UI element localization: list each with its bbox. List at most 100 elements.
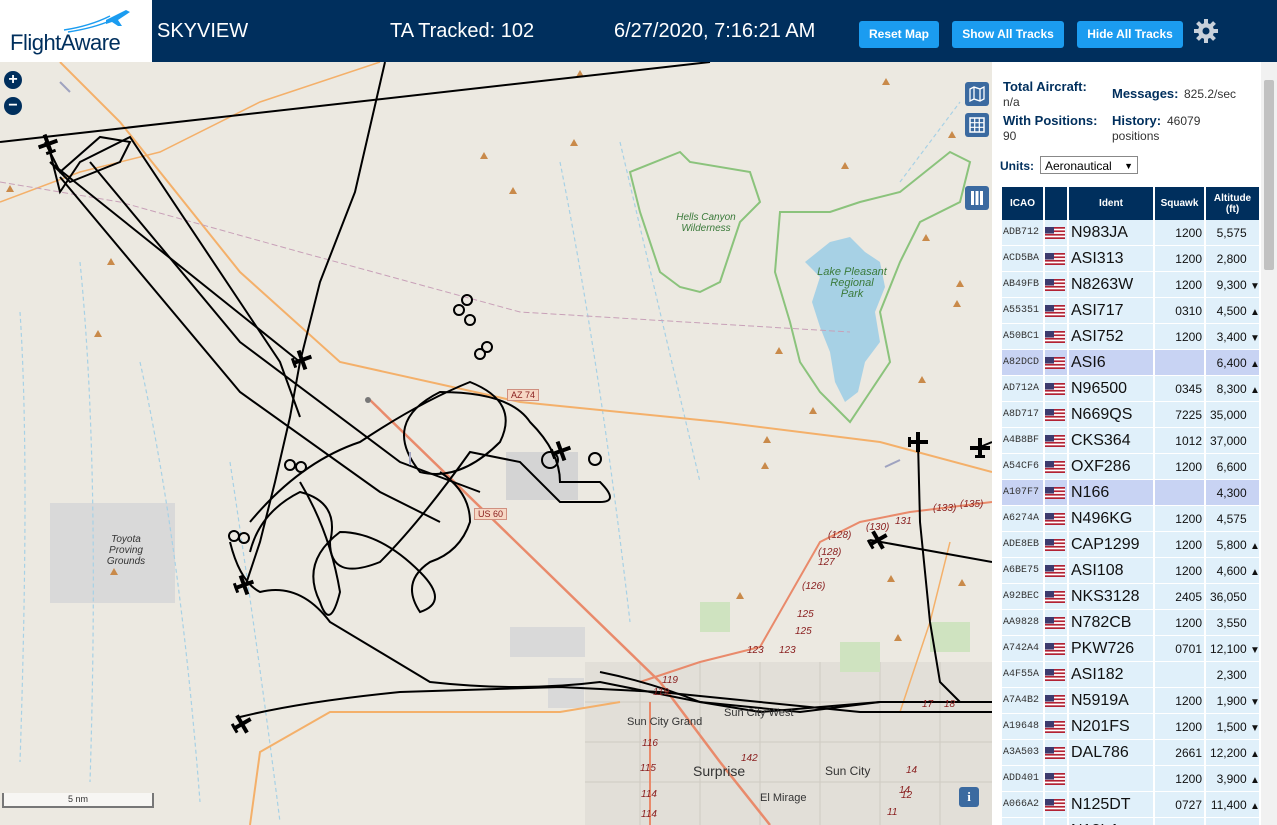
- us-flag-icon: [1045, 304, 1065, 317]
- ident-cell: N12LA: [1069, 818, 1153, 825]
- aircraft-row[interactable]: A3A503 DAL786 2661 12,200 ▲: [1002, 740, 1259, 766]
- altitude-cell: 1,500 ▼: [1206, 714, 1259, 740]
- columns-toggle-icon[interactable]: [965, 186, 989, 210]
- ident-cell: PKW726: [1069, 636, 1153, 662]
- us-flag-icon: [1045, 616, 1065, 629]
- squawk-cell: 2661: [1155, 740, 1204, 766]
- aircraft-row[interactable]: AD712A N96500 0345 8,300 ▲: [1002, 376, 1259, 402]
- squawk-cell: 1200: [1155, 610, 1204, 636]
- squawk-cell: 1200: [1155, 324, 1204, 350]
- icao-cell: A54CF6: [1002, 454, 1043, 480]
- aircraft-row[interactable]: ADD401 1200 3,900 ▲: [1002, 766, 1259, 792]
- altitude-cell: 5,800 ▲: [1206, 532, 1259, 558]
- squawk-cell: 0727: [1155, 792, 1204, 818]
- ident-cell: CKS364: [1069, 428, 1153, 454]
- aircraft-row[interactable]: A92BEC NKS3128 2405 36,050: [1002, 584, 1259, 610]
- reset-map-button[interactable]: Reset Map: [859, 21, 939, 48]
- map-label-surprise: Surprise: [693, 763, 746, 779]
- gray-area-3: [548, 678, 584, 708]
- aircraft-row[interactable]: A7A4B2 N5919A 1200 1,900 ▼: [1002, 688, 1259, 714]
- map-view[interactable]: Hells Canyon Wilderness Lake Pleasant Re…: [0, 62, 992, 825]
- ident-cell: DAL786: [1069, 740, 1153, 766]
- aircraft-row[interactable]: A742A4 PKW726 0701 12,100 ▼: [1002, 636, 1259, 662]
- zoom-in-button[interactable]: +: [4, 71, 22, 89]
- road-southwest: [249, 701, 621, 825]
- squawk-cell: 1200: [1155, 454, 1204, 480]
- icao-cell: AD712A: [1002, 376, 1043, 402]
- altitude-trend-icon: ▲: [1250, 748, 1259, 760]
- track-circles: [228, 294, 602, 544]
- aircraft-row[interactable]: ACD5BA ASI313 1200 2,800: [1002, 246, 1259, 272]
- show-all-tracks-button[interactable]: Show All Tracks: [952, 21, 1064, 48]
- col-flag[interactable]: [1045, 187, 1067, 220]
- aircraft-row[interactable]: A4F55A ASI182 2,300: [1002, 662, 1259, 688]
- aircraft-row[interactable]: AA9828 N782CB 1200 3,550: [1002, 610, 1259, 636]
- aircraft-row[interactable]: A50BC1 ASI752 1200 3,400 ▼: [1002, 324, 1259, 350]
- ident-cell: ASI108: [1069, 558, 1153, 584]
- squawk-cell: [1155, 662, 1204, 688]
- gear-icon[interactable]: [1193, 18, 1219, 44]
- flag-cell: [1045, 636, 1067, 662]
- aircraft-row[interactable]: A55351 ASI717 0310 4,500 ▲: [1002, 298, 1259, 324]
- col-ident[interactable]: Ident: [1069, 187, 1153, 220]
- aircraft-row[interactable]: A8D717 N669QS 7225 35,000: [1002, 402, 1259, 428]
- flag-cell: [1045, 792, 1067, 818]
- altitude-cell: 2,800: [1206, 246, 1259, 272]
- altitude-value: 8,300: [1216, 381, 1247, 396]
- info-icon[interactable]: i: [959, 787, 979, 807]
- squawk-cell: 1200: [1155, 246, 1204, 272]
- aircraft-row[interactable]: ADB712 N983JA 1200 5,575: [1002, 220, 1259, 246]
- altitude-cell: 6,400 ▲: [1206, 350, 1259, 376]
- map-layers-icon[interactable]: [965, 82, 989, 106]
- park-1: [700, 602, 730, 632]
- route-number: 14: [906, 765, 918, 776]
- col-icao[interactable]: ICAO: [1002, 187, 1043, 220]
- flag-cell: [1045, 376, 1067, 402]
- units-select[interactable]: Aeronautical ▼: [1040, 156, 1138, 174]
- aircraft-row[interactable]: A82DCD ASI6 6,400 ▲: [1002, 350, 1259, 376]
- aircraft-row[interactable]: A4B8BF CKS364 1012 37,000: [1002, 428, 1259, 454]
- aircraft-table: ICAO Ident Squawk Altitude (ft) ADB712 N9…: [1000, 187, 1261, 825]
- altitude-value: 3,400: [1216, 329, 1247, 344]
- altitude-cell: 4,600 ▲: [1206, 558, 1259, 584]
- aircraft-row[interactable]: ADE8EB CAP1299 1200 5,800 ▲: [1002, 532, 1259, 558]
- aircraft-row[interactable]: A107F7 N166 4,300: [1002, 480, 1259, 506]
- aircraft-row[interactable]: A54CF6 OXF286 1200 6,600: [1002, 454, 1259, 480]
- grid-toggle-icon[interactable]: [965, 113, 989, 137]
- flightaware-logo[interactable]: FlightAware: [0, 0, 152, 62]
- aircraft-table-body: ADB712 N983JA 1200 5,575 ACD5BA ASI313 1200 2,…: [1002, 220, 1259, 825]
- icao-cell: A8D717: [1002, 402, 1043, 428]
- ident-cell: NKS3128: [1069, 584, 1153, 610]
- squawk-cell: 7225: [1155, 402, 1204, 428]
- map-label-sun-city-west: Sun City West: [724, 707, 794, 719]
- sidebar-scrollbar-thumb[interactable]: [1264, 80, 1274, 270]
- route-number: 11: [887, 807, 898, 818]
- altitude-cell: 5,575: [1206, 220, 1259, 246]
- aircraft-row[interactable]: A0C051 N12LA152613,450 ▲: [1002, 818, 1259, 825]
- us-flag-icon: [1045, 278, 1065, 291]
- route-number: 114: [641, 789, 657, 800]
- hide-all-tracks-button[interactable]: Hide All Tracks: [1077, 21, 1183, 48]
- altitude-value: 6,600: [1216, 459, 1247, 474]
- aircraft-row[interactable]: A6274A N496KG 1200 4,575: [1002, 506, 1259, 532]
- aircraft-row[interactable]: A066A2 N125DT 0727 11,400 ▲: [1002, 792, 1259, 818]
- altitude-value: 4,500: [1216, 303, 1247, 318]
- aircraft-row[interactable]: A6BE75 ASI108 1200 4,600 ▲: [1002, 558, 1259, 584]
- flag-cell: [1045, 740, 1067, 766]
- total-aircraft-label: Total Aircraft:: [1003, 79, 1087, 94]
- altitude-trend-icon: ▲: [1250, 774, 1259, 786]
- aircraft-row[interactable]: AB49FB N8263W 1200 9,300 ▼: [1002, 272, 1259, 298]
- squawk-cell: [1155, 350, 1204, 376]
- aircraft-row[interactable]: A19648 N201FS 1200 1,500 ▼: [1002, 714, 1259, 740]
- us-flag-icon: [1045, 434, 1065, 447]
- col-squawk[interactable]: Squawk: [1155, 187, 1204, 220]
- altitude-trend-icon: ▼: [1250, 644, 1259, 656]
- zoom-out-button[interactable]: −: [4, 97, 22, 115]
- icao-cell: ADB712: [1002, 220, 1043, 246]
- col-altitude[interactable]: Altitude (ft): [1206, 187, 1259, 220]
- squawk-cell: 0345: [1155, 376, 1204, 402]
- icao-cell: A6BE75: [1002, 558, 1043, 584]
- highway-shield-az74: AZ 74: [507, 389, 540, 401]
- route-number: 12: [901, 790, 913, 801]
- table-header-row: ICAO Ident Squawk Altitude (ft): [1002, 187, 1259, 220]
